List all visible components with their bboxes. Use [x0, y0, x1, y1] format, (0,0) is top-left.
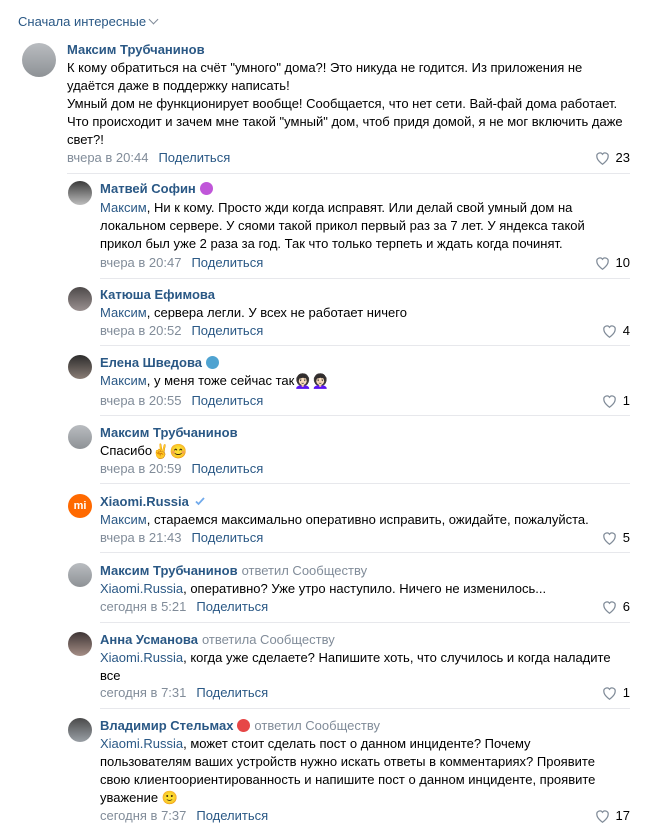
divider: [100, 622, 630, 623]
mention-link[interactable]: Максим: [100, 512, 147, 527]
share-link[interactable]: Поделиться: [196, 599, 268, 614]
divider: [100, 278, 630, 279]
comment-time[interactable]: вчера в 21:43: [100, 530, 181, 545]
like-count: 6: [622, 599, 630, 614]
verified-icon: [195, 497, 205, 506]
like-count: 4: [622, 323, 630, 338]
avatar[interactable]: [22, 43, 56, 77]
comment-text: Xiaomi.Russia, когда уже сделаете? Напиш…: [100, 650, 611, 683]
like-button[interactable]: 6: [602, 599, 630, 614]
share-link[interactable]: Поделиться: [191, 323, 263, 338]
like-button[interactable]: 4: [602, 323, 630, 338]
comment-text: Максим, у меня тоже сейчас так👩🏻‍🦱👩🏻‍🦱: [100, 373, 330, 389]
heart-icon: [595, 809, 609, 823]
like-count: 23: [615, 150, 630, 165]
share-link[interactable]: Поделиться: [196, 685, 268, 700]
share-link[interactable]: Поделиться: [191, 255, 263, 270]
donut-badge-icon: [199, 182, 213, 195]
like-count: 5: [622, 530, 630, 545]
avatar[interactable]: [68, 632, 92, 656]
comment-author[interactable]: Матвей Софин: [100, 181, 213, 196]
comment-text: Спасибо✌️😊: [100, 443, 187, 459]
mention-link[interactable]: Максим: [100, 373, 147, 388]
avatar[interactable]: [68, 425, 92, 449]
share-link[interactable]: Поделиться: [191, 393, 263, 408]
comment-text: К кому обратиться на счёт "умного" дома?…: [67, 60, 623, 147]
heart-icon: [603, 531, 616, 545]
like-button[interactable]: 1: [602, 685, 630, 700]
comment-author[interactable]: Максим Трубчанинов: [67, 42, 205, 57]
divider: [100, 345, 630, 346]
share-link[interactable]: Поделиться: [191, 461, 263, 476]
comment-time[interactable]: вчера в 20:55: [100, 393, 181, 408]
avatar[interactable]: [68, 718, 92, 742]
share-link[interactable]: Поделиться: [191, 530, 263, 545]
reply-context: ответила Сообществу: [201, 632, 335, 647]
heart-icon: [603, 324, 616, 338]
heart-icon: [603, 600, 616, 614]
like-count: 10: [615, 255, 630, 270]
heart-icon: [595, 151, 609, 165]
avatar[interactable]: [68, 355, 92, 379]
comment-time[interactable]: сегодня в 7:31: [100, 685, 186, 700]
comment-text: Максим, Ни к кому. Просто жди когда испр…: [100, 200, 585, 251]
like-button[interactable]: 1: [602, 393, 630, 408]
comment-author[interactable]: Анна Усманова ответила Сообществу: [100, 632, 335, 647]
mention-link[interactable]: Максим: [100, 200, 147, 215]
reply-context: ответил Сообществу: [241, 563, 368, 578]
like-count: 1: [622, 393, 630, 408]
comment-author[interactable]: Елена Шведова: [100, 355, 220, 370]
comment-text: Максим, стараемся максимально оперативно…: [100, 512, 589, 527]
like-button[interactable]: 10: [595, 255, 630, 270]
mention-link[interactable]: Xiaomi.Russia: [100, 650, 183, 665]
divider: [100, 552, 630, 553]
comment-author[interactable]: Владимир Стельмах ответил Сообществу: [100, 718, 380, 733]
like-count: 1: [622, 685, 630, 700]
like-count: 17: [615, 808, 630, 823]
mention-link[interactable]: Максим: [100, 305, 147, 320]
avatar[interactable]: [68, 287, 92, 311]
comment-time[interactable]: сегодня в 5:21: [100, 599, 186, 614]
mention-link[interactable]: Xiaomi.Russia: [100, 581, 183, 596]
divider: [100, 415, 630, 416]
divider: [67, 173, 630, 174]
xiaomi-logo-icon[interactable]: mi: [68, 494, 92, 518]
mention-link[interactable]: Xiaomi.Russia: [100, 736, 183, 751]
globe-badge-icon: [206, 356, 220, 369]
emoji-victory-smile-icon: ✌️😊: [152, 443, 187, 459]
comment-author[interactable]: Катюша Ефимова: [100, 287, 215, 302]
comment-text: Xiaomi.Russia, оперативно? Уже утро наст…: [100, 581, 547, 596]
heart-icon: [595, 256, 609, 270]
heart-icon: [603, 686, 616, 700]
comment-time[interactable]: вчера в 20:47: [100, 255, 181, 270]
emoji-woman-icon: 👩🏻‍🦱👩🏻‍🦱: [294, 373, 330, 389]
sort-label: Сначала интересные: [18, 14, 147, 29]
divider: [100, 483, 630, 484]
chevron-down-icon: [148, 14, 159, 25]
avatar[interactable]: [68, 563, 92, 587]
like-button[interactable]: 23: [595, 150, 630, 165]
comment-author[interactable]: Максим Трубчанинов ответил Сообществу: [100, 563, 367, 578]
heart-icon: [603, 394, 616, 408]
like-button[interactable]: 17: [595, 808, 630, 823]
like-button[interactable]: 5: [602, 530, 630, 545]
sort-dropdown[interactable]: Сначала интересные: [18, 14, 159, 29]
comment-time[interactable]: вчера в 20:44: [67, 150, 148, 165]
comment-time[interactable]: сегодня в 7:37: [100, 808, 186, 823]
comment-text: Xiaomi.Russia, может стоит сделать пост …: [100, 736, 596, 805]
share-link[interactable]: Поделиться: [196, 808, 268, 823]
reply-context: ответил Сообществу: [254, 718, 380, 733]
comment-time[interactable]: вчера в 20:59: [100, 461, 181, 476]
comment-text: Максим, сервера легли. У всех не работае…: [100, 305, 407, 320]
comment-author[interactable]: Xiaomi.Russia: [100, 494, 206, 509]
comment-time[interactable]: вчера в 20:52: [100, 323, 181, 338]
heart-badge-icon: [237, 719, 251, 732]
comment-author[interactable]: Максим Трубчанинов: [100, 425, 238, 440]
avatar[interactable]: [68, 181, 92, 205]
divider: [100, 708, 630, 709]
share-link[interactable]: Поделиться: [158, 150, 230, 165]
